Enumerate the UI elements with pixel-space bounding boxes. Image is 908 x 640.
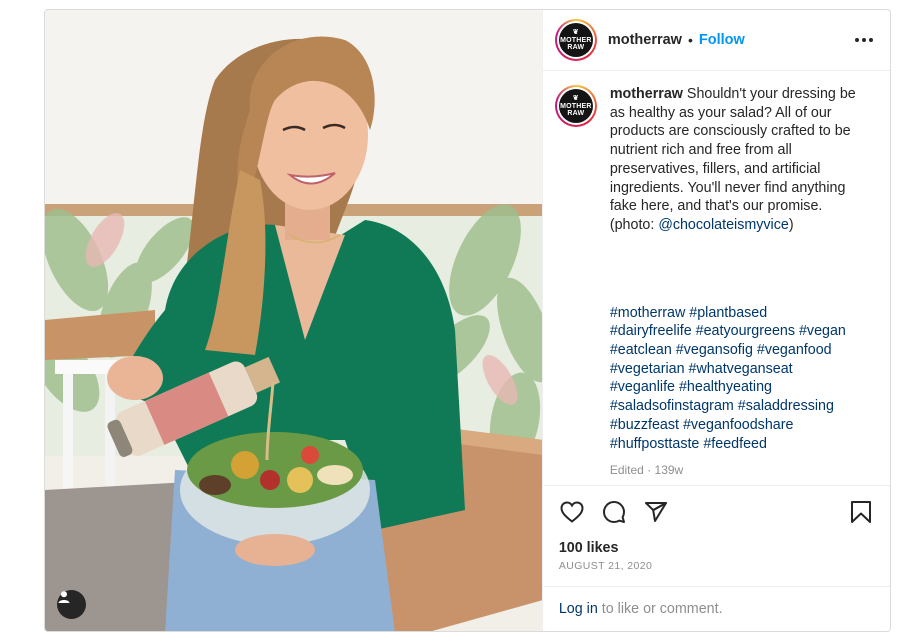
hashtag-line[interactable]: #buzzfeast #veganfoodshare xyxy=(610,416,866,435)
leaf-icon: ❦ xyxy=(572,95,579,102)
hashtag-line[interactable]: #motherraw #plantbased xyxy=(610,304,866,323)
user-icon xyxy=(58,591,70,603)
post-side-panel: ❦ MOTHER RAW motherraw • Follow ❦ MOTHER… xyxy=(541,10,890,631)
hashtag-line[interactable]: #eatclean #vegansofig #veganfood xyxy=(610,341,866,360)
brand-logo: ❦ MOTHER RAW xyxy=(558,23,593,57)
bookmark-icon xyxy=(851,501,871,523)
save-button[interactable] xyxy=(848,499,874,525)
login-link[interactable]: Log in xyxy=(559,601,598,617)
likes-count[interactable]: 100 likes xyxy=(559,540,874,556)
caption-meta: Edited · 139w xyxy=(609,463,684,478)
mention-link[interactable]: @chocolateismyvice xyxy=(658,217,789,233)
hashtag-line[interactable]: #veganlife #healthyeating xyxy=(610,378,866,397)
hashtag-list: #motherraw #plantbased #dairyfreelife #e… xyxy=(610,304,866,454)
action-icons xyxy=(559,492,874,532)
caption-text: motherraw Shouldn't your dressing be as … xyxy=(610,85,866,235)
hashtag-line[interactable]: #dairyfreelife #eatyourgreens #vegan xyxy=(610,322,866,341)
heart-icon xyxy=(560,501,584,523)
hashtag-line[interactable]: #saladsofinstagram #saladdressing xyxy=(610,397,866,416)
author-avatar[interactable]: ❦ MOTHER RAW xyxy=(554,19,597,61)
leaf-icon: ❦ xyxy=(572,29,579,36)
hashtag-line[interactable]: #huffposttaste #feedfeed xyxy=(610,435,866,454)
caption-author-avatar[interactable]: ❦ MOTHER RAW xyxy=(554,85,597,127)
caption-end: ) xyxy=(788,216,794,233)
login-prompt-text: to like or comment. xyxy=(597,601,723,617)
post-photo[interactable] xyxy=(45,10,542,631)
follow-button[interactable]: Follow xyxy=(699,32,745,48)
share-button[interactable] xyxy=(643,499,669,525)
more-options-button[interactable] xyxy=(852,28,876,52)
separator-dot: • xyxy=(687,32,693,48)
post-header: ❦ MOTHER RAW motherraw • Follow xyxy=(542,10,890,71)
comment-icon xyxy=(602,501,625,523)
caption-body-text: Shouldn't your dressing be as healthy as… xyxy=(609,86,856,233)
share-icon xyxy=(644,502,667,522)
brand-logo: ❦ MOTHER RAW xyxy=(558,89,593,123)
more-horizontal-icon xyxy=(855,38,873,42)
photo-illustration xyxy=(45,10,542,631)
author-username[interactable]: motherraw xyxy=(608,32,682,48)
post-date[interactable]: AUGUST 21, 2020 xyxy=(559,560,874,572)
comment-button[interactable] xyxy=(601,499,627,525)
login-prompt: Log in to like or comment. xyxy=(542,586,890,631)
comments-section: ❦ MOTHER RAW motherraw Shouldn't your dr… xyxy=(543,71,890,485)
instagram-post: ❦ MOTHER RAW motherraw • Follow ❦ MOTHER… xyxy=(44,9,891,632)
post-actions: 100 likes AUGUST 21, 2020 xyxy=(542,485,890,572)
caption: motherraw Shouldn't your dressing be as … xyxy=(610,85,866,485)
hashtag-line[interactable]: #vegetarian #whatveganseat xyxy=(610,360,866,379)
tagged-users-button[interactable] xyxy=(57,590,86,619)
like-button[interactable] xyxy=(559,499,585,525)
caption-username[interactable]: motherraw xyxy=(610,86,683,102)
